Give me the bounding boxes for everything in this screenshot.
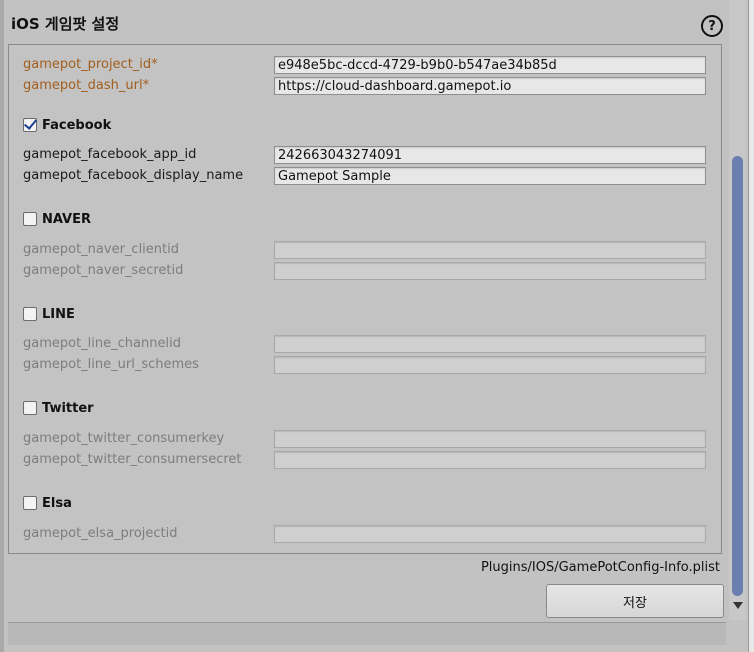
line-section-header[interactable]: LINE [23,304,75,324]
facebook-app-id-label: gamepot_facebook_app_id [23,147,197,162]
horizontal-scrollbar[interactable] [8,622,726,645]
vertical-scroll-thumb[interactable] [732,156,743,596]
twitter-consumersecret-label: gamepot_twitter_consumersecret [23,452,242,467]
naver-title: NAVER [42,211,92,227]
twitter-title: Twitter [42,400,94,416]
naver-clientid-row: gamepot_naver_clientid [23,241,711,261]
twitter-checkbox[interactable] [23,401,37,415]
naver-secretid-label: gamepot_naver_secretid [23,263,184,278]
line-title: LINE [42,306,75,322]
elsa-checkbox[interactable] [23,496,37,510]
facebook-section-header[interactable]: Facebook [23,115,111,135]
elsa-title: Elsa [42,495,72,511]
save-button[interactable]: 저장 [546,584,724,618]
twitter-consumerkey-field[interactable] [274,430,706,448]
settings-panel: gamepot_project_id* e948e5bc-dccd-4729-b… [8,44,722,554]
naver-clientid-label: gamepot_naver_clientid [23,242,179,257]
plist-path: Plugins/IOS/GamePotConfig-Info.plist [480,560,720,575]
line-channelid-label: gamepot_line_channelid [23,336,181,351]
line-channelid-row: gamepot_line_channelid [23,335,711,355]
settings-window: iOS 게임팟 설정 ? gamepot_project_id* e948e5b… [0,0,754,652]
help-icon[interactable]: ? [701,15,723,37]
line-url-schemes-label: gamepot_line_url_schemes [23,357,199,372]
project-id-row: gamepot_project_id* e948e5bc-dccd-4729-b… [23,56,711,76]
naver-checkbox[interactable] [23,212,37,226]
dash-url-label: gamepot_dash_url* [23,78,150,93]
line-url-schemes-row: gamepot_line_url_schemes [23,356,711,376]
naver-secretid-field[interactable] [274,262,706,280]
twitter-consumersecret-row: gamepot_twitter_consumersecret [23,451,711,471]
elsa-section-header[interactable]: Elsa [23,493,72,513]
line-checkbox[interactable] [23,307,37,321]
naver-clientid-field[interactable] [274,241,706,259]
project-id-label: gamepot_project_id* [23,57,158,72]
twitter-consumersecret-field[interactable] [274,451,706,469]
line-channelid-field[interactable] [274,335,706,353]
dash-url-row: gamepot_dash_url* https://cloud-dashboar… [23,77,711,97]
naver-section-header[interactable]: NAVER [23,209,91,229]
scroll-down-arrow-icon[interactable] [733,602,743,609]
project-id-field[interactable]: e948e5bc-dccd-4729-b9b0-b547ae34b85d [274,56,706,74]
twitter-consumerkey-label: gamepot_twitter_consumerkey [23,431,225,446]
naver-secretid-row: gamepot_naver_secretid [23,262,711,282]
facebook-display-name-field[interactable]: Gamepot Sample [274,167,706,185]
dash-url-field[interactable]: https://cloud-dashboard.gamepot.io [274,77,706,95]
window-left-edge [0,0,4,652]
facebook-title: Facebook [42,117,112,133]
elsa-projectid-row: gamepot_elsa_projectid [23,525,711,545]
line-url-schemes-field[interactable] [274,356,706,374]
elsa-projectid-label: gamepot_elsa_projectid [23,526,178,541]
facebook-app-id-field[interactable]: 242663043274091 [274,146,706,164]
facebook-checkbox[interactable] [23,118,37,132]
facebook-app-id-row: gamepot_facebook_app_id 242663043274091 [23,146,711,166]
elsa-projectid-field[interactable] [274,525,706,543]
twitter-section-header[interactable]: Twitter [23,398,94,418]
twitter-consumerkey-row: gamepot_twitter_consumerkey [23,430,711,450]
facebook-display-name-label: gamepot_facebook_display_name [23,168,244,183]
window-title: iOS 게임팟 설정 [11,15,120,33]
facebook-display-name-row: gamepot_facebook_display_name Gamepot Sa… [23,167,711,187]
window-right-edge [748,0,754,652]
